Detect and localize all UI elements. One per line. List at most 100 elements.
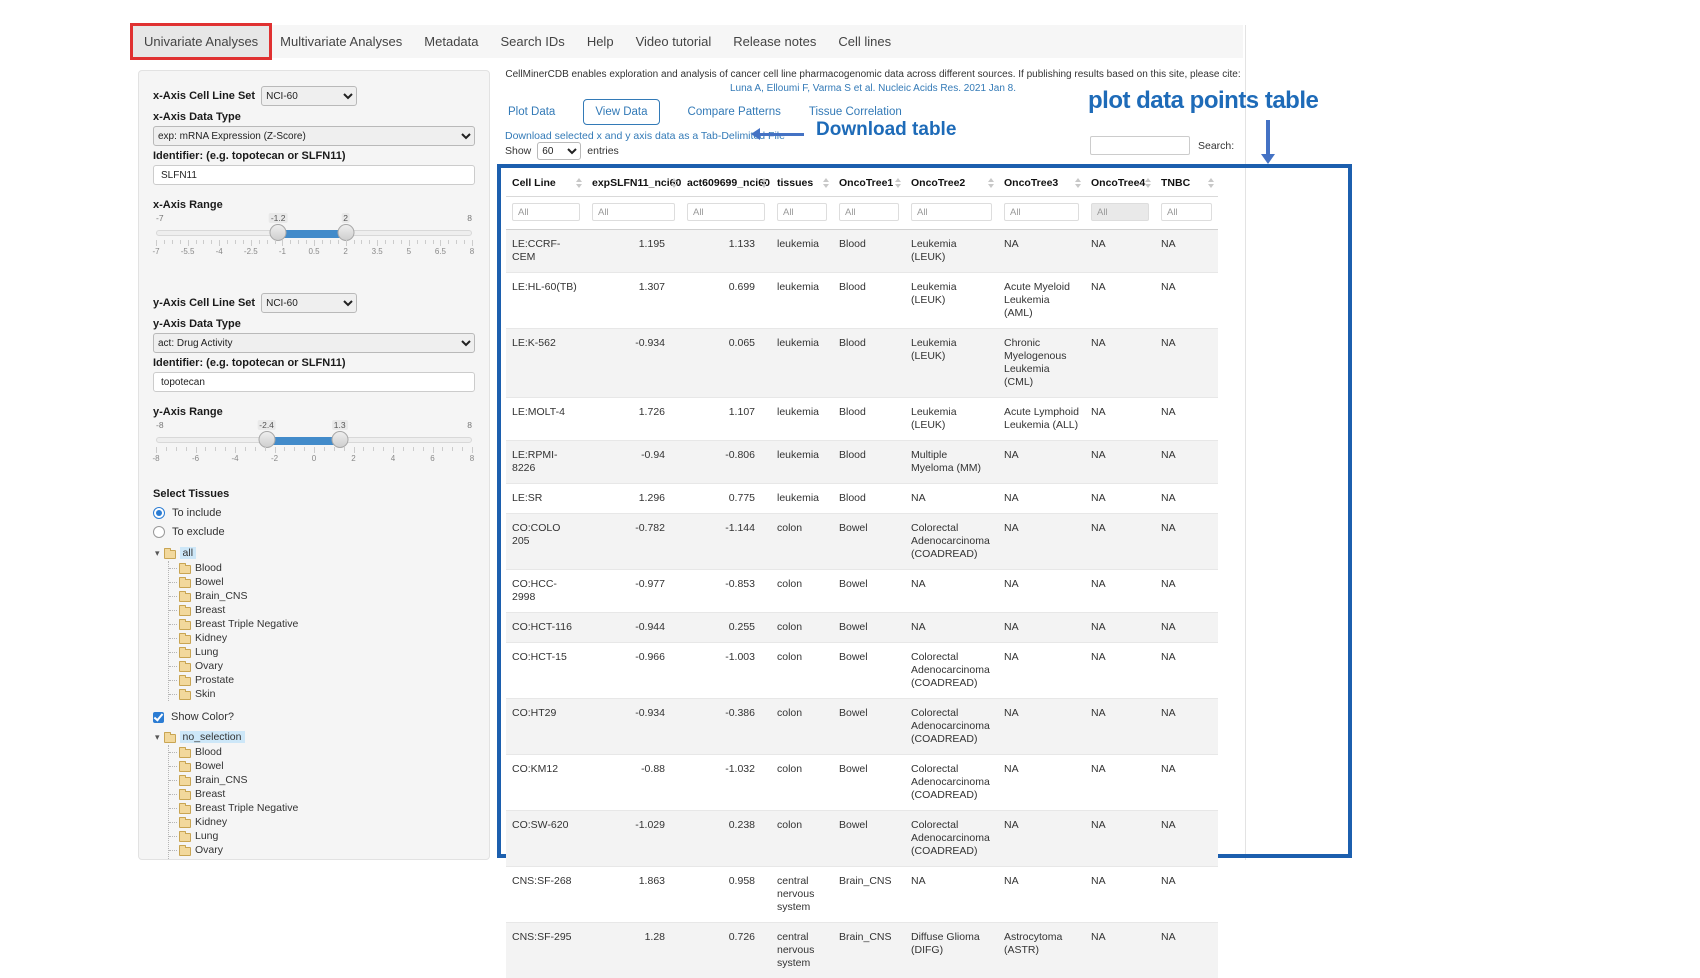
tree-item-breast-triple-negative[interactable]: Breast Triple Negative [169,617,475,631]
tree-root-all[interactable]: ▾ all [155,545,475,561]
column-header-cell-line[interactable]: Cell Line [506,170,586,197]
table-row[interactable]: LE:K-562-0.9340.065leukemiaBloodLeukemia… [506,329,1218,398]
column-header-oncotree3[interactable]: OncoTree3 [998,170,1085,197]
filter-input-act609699-nci60[interactable] [687,203,765,221]
sort-icon[interactable] [1075,178,1081,188]
table-row[interactable]: CNS:SF-2681.8630.958central nervous syst… [506,867,1218,923]
filter-input-oncotree1[interactable] [839,203,899,221]
filter-input-expslfn11-nci60[interactable] [592,203,675,221]
tree-item-prostate[interactable]: Prostate [169,673,475,687]
nav-item-release-notes[interactable]: Release notes [722,26,827,57]
y-range-slider[interactable]: -88-2.41.3-8-6-4-202468 [156,420,472,466]
table-row[interactable]: LE:MOLT-41.7261.107leukemiaBloodLeukemia… [506,398,1218,441]
x-cell-line-set-select[interactable]: NCI-60 [261,86,357,106]
table-row[interactable]: CO:HCT-15-0.966-1.003colonBowelColorecta… [506,643,1218,699]
tree-item-breast-triple-negative[interactable]: Breast Triple Negative [169,801,475,815]
tree-item-breast[interactable]: Breast [169,787,475,801]
table-row[interactable]: CO:SW-620-1.0290.238colonBowelColorectal… [506,811,1218,867]
table-row[interactable]: CO:HCT-116-0.9440.255colonBowelNANANANA [506,613,1218,643]
nav-item-metadata[interactable]: Metadata [413,26,489,57]
table-cell: Leukemia (LEUK) [905,329,998,398]
nav-item-help[interactable]: Help [576,26,625,57]
search-input[interactable] [1090,136,1190,155]
filter-input-oncotree2[interactable] [911,203,992,221]
slider-handle-from[interactable] [270,224,287,241]
filter-input-oncotree3[interactable] [1004,203,1079,221]
tree-item-ovary[interactable]: Ovary [169,659,475,673]
y-cell-line-set-label: y-Axis Cell Line Set [153,297,255,309]
tab-compare-patterns[interactable]: Compare Patterns [688,106,781,118]
column-header-act609699-nci60[interactable]: act609699_nci60 [681,170,771,197]
table-row[interactable]: LE:CCRF-CEM1.1951.133leukemiaBloodLeukem… [506,230,1218,273]
sort-icon[interactable] [823,178,829,188]
y-identifier-input[interactable] [153,372,475,392]
filter-input-tnbc[interactable] [1161,203,1212,221]
sort-icon[interactable] [671,178,677,188]
column-header-tissues[interactable]: tissues [771,170,833,197]
tree-item-brain-cns[interactable]: Brain_CNS [169,773,475,787]
tab-view-data[interactable]: View Data [583,99,659,125]
x-identifier-input[interactable] [153,165,475,185]
table-row[interactable]: CO:COLO 205-0.782-1.144colonBowelColorec… [506,514,1218,570]
sort-icon[interactable] [576,178,582,188]
table-cell: NA [1155,867,1218,923]
table-cell: Colorectal Adenocarcinoma (COADREAD) [905,514,998,570]
y-cell-line-set-select[interactable]: NCI-60 [261,293,357,313]
tree-item-lung[interactable]: Lung [169,829,475,843]
tree-item-ovary[interactable]: Ovary [169,843,475,857]
tree-item-lung[interactable]: Lung [169,645,475,659]
slider-handle-to[interactable] [337,224,354,241]
tree-expand-icon[interactable]: ▾ [155,549,160,558]
sort-icon[interactable] [895,178,901,188]
table-row[interactable]: LE:RPMI-8226-0.94-0.806leukemiaBloodMult… [506,441,1218,484]
nav-item-cell-lines[interactable]: Cell lines [827,26,902,57]
radio-to-exclude[interactable]: To exclude [153,526,475,538]
tab-plot-data[interactable]: Plot Data [508,106,555,118]
tree-item-brain-cns[interactable]: Brain_CNS [169,589,475,603]
tree-item-bowel[interactable]: Bowel [169,575,475,589]
tree-expand-icon[interactable]: ▾ [155,733,160,742]
tree-item-breast[interactable]: Breast [169,603,475,617]
slider-handle-from[interactable] [258,431,275,448]
nav-item-search-ids[interactable]: Search IDs [490,26,576,57]
table-row[interactable]: CO:KM12-0.88-1.032colonBowelColorectal A… [506,755,1218,811]
filter-input-cell-line[interactable] [512,203,580,221]
tree-item-kidney[interactable]: Kidney [169,815,475,829]
column-header-oncotree4[interactable]: OncoTree4 [1085,170,1155,197]
tab-tissue-correlation[interactable]: Tissue Correlation [809,106,902,118]
sort-icon[interactable] [1145,178,1151,188]
x-range-slider[interactable]: -78-1.22-7-5.5-4-2.5-10.523.556.58 [156,213,472,259]
column-header-expslfn11-nci60[interactable]: expSLFN11_nci60 [586,170,681,197]
show-color-checkbox[interactable]: Show Color? [153,711,475,723]
table-row[interactable]: CNS:SF-2951.280.726central nervous syste… [506,923,1218,978]
tree-item-bowel[interactable]: Bowel [169,759,475,773]
sort-icon[interactable] [988,178,994,188]
table-row[interactable]: CO:HT29-0.934-0.386colonBowelColorectal … [506,699,1218,755]
column-header-oncotree2[interactable]: OncoTree2 [905,170,998,197]
nav-item-video-tutorial[interactable]: Video tutorial [625,26,723,57]
filter-input-oncotree4[interactable] [1091,203,1149,221]
nav-item-univariate-analyses[interactable]: Univariate Analyses [133,26,269,57]
y-data-type-select[interactable]: act: Drug Activity [153,333,475,353]
tree-root-no-selection[interactable]: ▾ no_selection [155,729,475,745]
column-header-oncotree1[interactable]: OncoTree1 [833,170,905,197]
slider-handle-to[interactable] [331,431,348,448]
table-cell: Diffuse Glioma (DIFG) [905,923,998,978]
tree-item-blood[interactable]: Blood [169,561,475,575]
entries-select[interactable]: 60 [537,142,581,160]
tree-item-kidney[interactable]: Kidney [169,631,475,645]
tree-item-blood[interactable]: Blood [169,745,475,759]
tree-item-skin[interactable]: Skin [169,687,475,701]
sort-icon[interactable] [1208,178,1214,188]
column-header-tnbc[interactable]: TNBC [1155,170,1218,197]
nav-item-multivariate-analyses[interactable]: Multivariate Analyses [269,26,413,57]
tree-item-prostate[interactable]: Prostate [169,857,475,860]
x-data-type-select[interactable]: exp: mRNA Expression (Z-Score) [153,126,475,146]
download-data-link[interactable]: Download selected x and y axis data as a… [505,130,785,142]
filter-input-tissues[interactable] [777,203,827,221]
table-row[interactable]: LE:SR1.2960.775leukemiaBloodNANANANA [506,484,1218,514]
table-row[interactable]: CO:HCC-2998-0.977-0.853colonBowelNANANAN… [506,570,1218,613]
table-row[interactable]: LE:HL-60(TB)1.3070.699leukemiaBloodLeuke… [506,273,1218,329]
sort-icon[interactable] [761,178,767,188]
radio-to-include[interactable]: To include [153,507,475,519]
